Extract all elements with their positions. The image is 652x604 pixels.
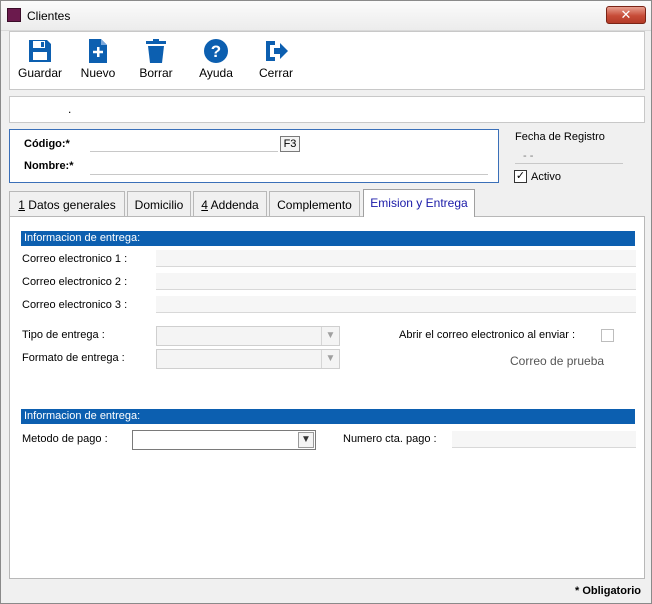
- cerrar-label: Cerrar: [258, 66, 293, 80]
- toolbar: Guardar Nuevo Borrar ? Ayuda Cerrar: [9, 31, 645, 90]
- metodo-pago-label: Metodo de pago :: [22, 433, 108, 445]
- tab-datos-generales-label: Datos generales: [24, 198, 116, 212]
- tab-addenda[interactable]: 4 Addenda: [193, 191, 267, 217]
- chevron-down-icon: ▼: [298, 432, 314, 448]
- correo2-label: Correo electronico 2 :: [22, 276, 128, 288]
- correo-prueba-button[interactable]: Correo de prueba: [510, 354, 604, 368]
- activo-label: Activo: [531, 171, 561, 183]
- numero-cta-input[interactable]: [452, 431, 636, 448]
- emision-entrega-panel: Informacion de entrega: Correo electroni…: [9, 216, 645, 579]
- tipo-entrega-select[interactable]: ▼: [156, 326, 340, 346]
- pago-section-header: Informacion de entrega:: [21, 409, 635, 424]
- guardar-button[interactable]: Guardar: [18, 38, 62, 86]
- tab-emision-entrega[interactable]: Emision y Entrega: [363, 189, 475, 217]
- activo-checkbox[interactable]: ✓: [514, 170, 527, 183]
- trash-icon: [146, 39, 166, 63]
- tab-domicilio[interactable]: Domicilio: [127, 191, 191, 217]
- new-file-icon: [89, 39, 107, 63]
- chevron-down-icon: ▼: [321, 327, 339, 345]
- record-id-text: .: [68, 102, 72, 116]
- tab-datos-generales[interactable]: 1 Datos generales: [9, 191, 125, 217]
- correo3-label: Correo electronico 3 :: [22, 299, 128, 311]
- ayuda-label: Ayuda: [199, 66, 233, 80]
- tab-complemento[interactable]: Complemento: [269, 191, 360, 217]
- correo1-label: Correo electronico 1 :: [22, 253, 128, 265]
- correo2-input[interactable]: [156, 273, 636, 290]
- f3-lookup-button[interactable]: F3: [280, 136, 300, 152]
- fecha-registro-value: - -: [515, 150, 623, 164]
- nombre-input[interactable]: [90, 159, 488, 175]
- tipo-entrega-label: Tipo de entrega :: [22, 329, 105, 341]
- borrar-label: Borrar: [139, 66, 173, 80]
- ayuda-button[interactable]: ? Ayuda: [194, 38, 238, 86]
- svg-text:?: ?: [211, 42, 221, 61]
- nuevo-label: Nuevo: [80, 66, 116, 80]
- guardar-label: Guardar: [18, 66, 63, 80]
- formato-entrega-label: Formato de entrega :: [22, 352, 125, 364]
- tab-complemento-label: Complemento: [277, 198, 352, 212]
- codigo-label: Código:*: [24, 138, 70, 150]
- entrega-section-header: Informacion de entrega:: [21, 231, 635, 246]
- correo3-input[interactable]: [156, 296, 636, 313]
- record-id-bar: .: [9, 96, 645, 123]
- nombre-label: Nombre:*: [24, 160, 74, 172]
- title-bar: Clientes ✕: [1, 1, 651, 31]
- cerrar-button[interactable]: Cerrar: [254, 38, 298, 86]
- exit-icon: [266, 41, 288, 61]
- codigo-input[interactable]: [90, 136, 278, 152]
- metodo-pago-select[interactable]: ▼: [132, 430, 316, 450]
- formato-entrega-select[interactable]: ▼: [156, 349, 340, 369]
- help-icon: ?: [204, 39, 228, 63]
- close-button[interactable]: ✕: [606, 6, 646, 24]
- numero-cta-label: Numero cta. pago :: [343, 433, 437, 445]
- tab-emision-entrega-label: Emision y Entrega: [370, 196, 468, 210]
- tab-datos-generales-key: 1: [18, 198, 25, 212]
- window-title: Clientes: [27, 9, 71, 23]
- chevron-down-icon: ▼: [321, 350, 339, 368]
- tab-domicilio-label: Domicilio: [134, 198, 184, 212]
- clientes-window: Clientes ✕ Guardar Nuevo Borrar ? Ayuda …: [0, 0, 652, 604]
- app-icon: [7, 8, 21, 22]
- borrar-button[interactable]: Borrar: [134, 38, 178, 86]
- fecha-registro-label: Fecha de Registro: [515, 131, 605, 143]
- nuevo-button[interactable]: Nuevo: [76, 38, 120, 86]
- correo1-input[interactable]: [156, 250, 636, 267]
- tab-addenda-label: Addenda: [207, 198, 259, 212]
- obligatorio-note: * Obligatorio: [575, 585, 641, 597]
- save-icon: [29, 40, 51, 62]
- tab-addenda-key: 4: [201, 198, 208, 212]
- cliente-id-box: Código:* F3 Nombre:*: [9, 129, 499, 183]
- abrir-correo-checkbox[interactable]: [601, 329, 614, 342]
- abrir-correo-label: Abrir el correo electronico al enviar :: [399, 329, 576, 341]
- tab-strip: 1 Datos generales Domicilio 4 Addenda Co…: [9, 189, 649, 217]
